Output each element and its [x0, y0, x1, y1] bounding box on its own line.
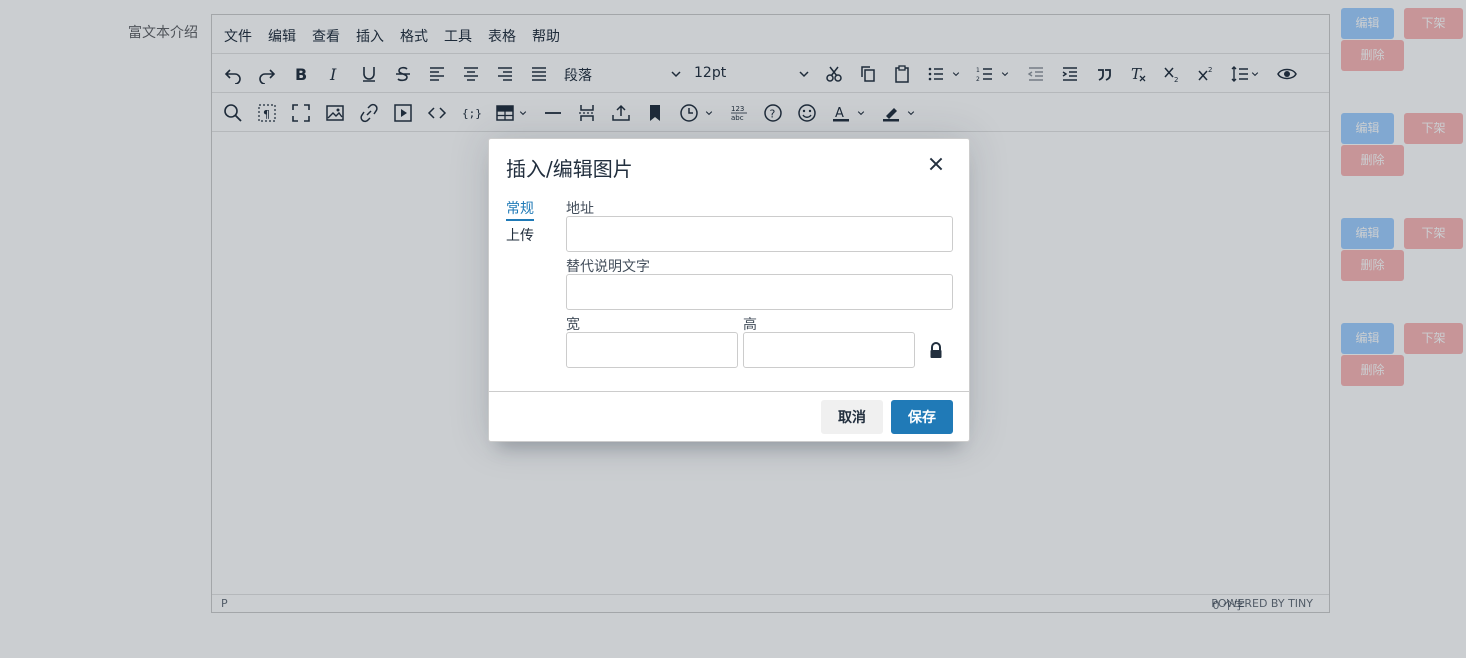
- source-label: 地址: [566, 201, 594, 217]
- dialog-footer-divider: [489, 391, 969, 392]
- lock-icon[interactable]: [927, 341, 945, 361]
- cancel-button[interactable]: 取消: [821, 400, 883, 434]
- close-icon[interactable]: [925, 153, 947, 175]
- tab-general[interactable]: 常规: [506, 198, 534, 221]
- tab-upload[interactable]: 上传: [506, 225, 534, 245]
- height-input[interactable]: [743, 332, 915, 368]
- alt-text-label: 替代说明文字: [566, 259, 650, 275]
- alt-text-input[interactable]: [566, 274, 953, 310]
- source-url-input[interactable]: [566, 216, 953, 252]
- dialog-title: 插入/编辑图片: [506, 157, 633, 181]
- width-label: 宽: [566, 317, 580, 333]
- save-button[interactable]: 保存: [891, 400, 953, 434]
- insert-image-dialog: 插入/编辑图片 常规 上传 地址 替代说明文字 宽 高 取消 保存: [488, 138, 970, 442]
- height-label: 高: [743, 317, 757, 333]
- width-input[interactable]: [566, 332, 738, 368]
